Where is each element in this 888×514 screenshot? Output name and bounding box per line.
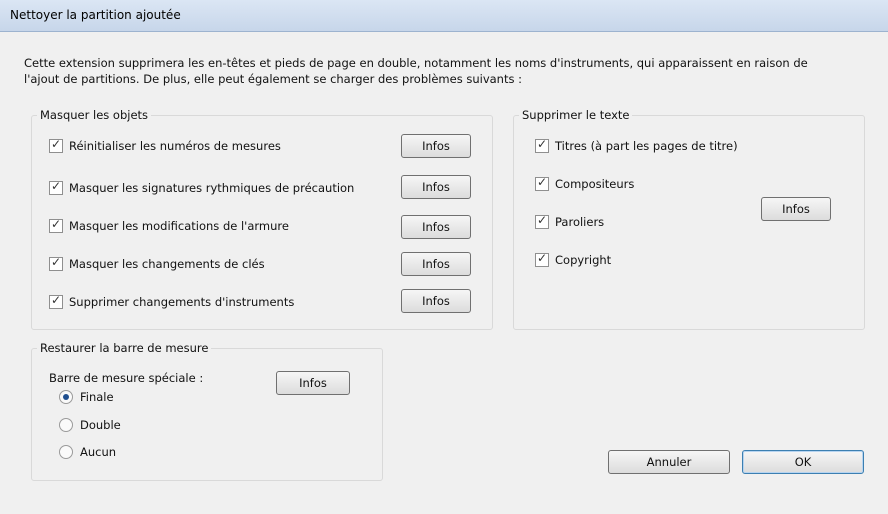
dialog-window: Nettoyer la partition ajoutée Cette exte… <box>0 0 888 514</box>
checkbox-label: Masquer les modifications de l'armure <box>69 219 289 233</box>
ok-button[interactable]: OK <box>742 450 864 474</box>
barline-label: Barre de mesure spéciale : <box>49 371 204 385</box>
info-button-reset-measure-numbers[interactable]: Infos <box>401 134 471 158</box>
radio-double[interactable]: Double <box>59 418 121 432</box>
checkbox-composers[interactable]: Compositeurs <box>535 175 635 191</box>
radio-label: Finale <box>80 390 114 404</box>
checkbox-box[interactable] <box>535 175 549 191</box>
radio-circle[interactable] <box>59 390 73 404</box>
checkbox-box[interactable] <box>49 137 63 153</box>
checkbox-hide-key-changes[interactable]: Masquer les modifications de l'armure <box>49 217 289 233</box>
title-bar[interactable]: Nettoyer la partition ajoutée <box>0 0 888 32</box>
checkbox-label: Titres (à part les pages de titre) <box>555 139 738 153</box>
barline-title: Restaurer la barre de mesure <box>37 341 212 355</box>
radio-finale[interactable]: Finale <box>59 390 114 404</box>
cancel-button[interactable]: Annuler <box>608 450 730 474</box>
checkbox-hide-clef-changes[interactable]: Masquer les changements de clés <box>49 255 265 271</box>
intro-text: Cette extension supprimera les en-têtes … <box>24 56 808 86</box>
checkbox-box[interactable] <box>535 213 549 229</box>
info-button-clef-changes[interactable]: Infos <box>401 252 471 276</box>
info-button-delete-text[interactable]: Infos <box>761 197 831 221</box>
barline-group: Restaurer la barre de mesure <box>31 341 383 481</box>
radio-label: Aucun <box>80 445 117 459</box>
checkbox-box[interactable] <box>49 217 63 233</box>
radio-aucun[interactable]: Aucun <box>59 445 116 459</box>
checkbox-label: Copyright <box>555 253 612 267</box>
info-button-courtesy-time-signatures[interactable]: Infos <box>401 175 471 199</box>
checkbox-label: Compositeurs <box>555 177 635 191</box>
info-button-barline[interactable]: Infos <box>276 371 350 395</box>
hide-objects-title: Masquer les objets <box>37 108 152 122</box>
checkbox-box[interactable] <box>49 179 63 195</box>
checkbox-box[interactable] <box>535 251 549 267</box>
checkbox-label: Réinitialiser les numéros de mesures <box>69 139 281 153</box>
checkbox-label: Supprimer changements d'instruments <box>69 295 295 309</box>
checkbox-reset-measure-numbers[interactable]: Réinitialiser les numéros de mesures <box>49 137 281 153</box>
info-button-key-changes[interactable]: Infos <box>401 215 471 239</box>
checkbox-copyright[interactable]: Copyright <box>535 251 612 267</box>
delete-text-title: Supprimer le texte <box>519 108 633 122</box>
radio-circle[interactable] <box>59 418 73 432</box>
checkbox-titles[interactable]: Titres (à part les pages de titre) <box>535 137 738 153</box>
radio-label: Double <box>80 418 121 432</box>
checkbox-label: Paroliers <box>555 215 605 229</box>
checkbox-remove-instrument-changes[interactable]: Supprimer changements d'instruments <box>49 293 295 309</box>
window-title: Nettoyer la partition ajoutée <box>10 8 181 22</box>
checkbox-box[interactable] <box>49 293 63 309</box>
checkbox-lyricists[interactable]: Paroliers <box>535 213 605 229</box>
radio-circle[interactable] <box>59 445 73 459</box>
checkbox-label: Masquer les signatures rythmiques de pré… <box>69 181 355 195</box>
checkbox-box[interactable] <box>49 255 63 271</box>
checkbox-box[interactable] <box>535 137 549 153</box>
checkbox-label: Masquer les changements de clés <box>69 257 265 271</box>
info-button-instrument-changes[interactable]: Infos <box>401 289 471 313</box>
checkbox-hide-courtesy-time-signatures[interactable]: Masquer les signatures rythmiques de pré… <box>49 179 355 195</box>
